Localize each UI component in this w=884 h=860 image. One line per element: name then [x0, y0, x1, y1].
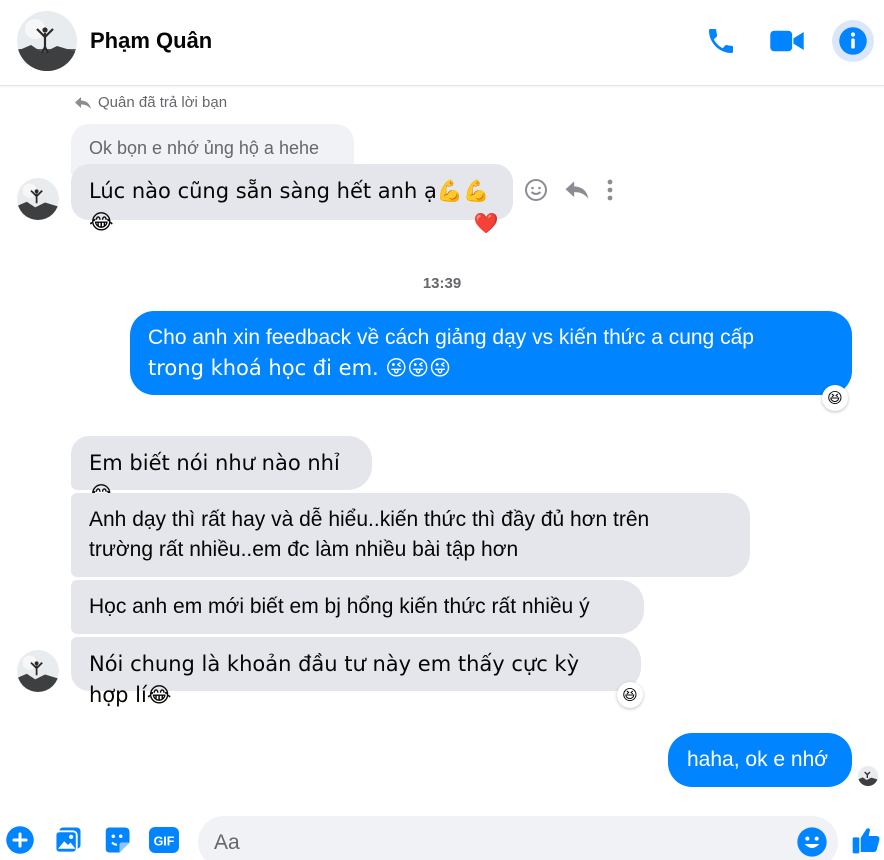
- video-icon: [770, 30, 804, 52]
- laugh-reaction[interactable]: 😆: [617, 682, 643, 708]
- avatar[interactable]: [17, 650, 59, 692]
- reply-icon: [75, 96, 91, 109]
- reply-icon[interactable]: [564, 180, 590, 200]
- message-bubble[interactable]: Học anh em mới biết em bj hổng kiến thức…: [71, 580, 644, 634]
- emoji-icon[interactable]: [796, 826, 828, 858]
- like-button[interactable]: [850, 824, 882, 856]
- gif-icon: GIF: [149, 827, 179, 853]
- gif-button[interactable]: GIF: [147, 824, 181, 856]
- message-actions: [524, 178, 614, 202]
- info-button[interactable]: [832, 20, 874, 62]
- sticker-icon: [105, 827, 130, 853]
- more-icon[interactable]: [606, 178, 614, 202]
- info-icon: [839, 27, 867, 55]
- heart-reaction[interactable]: ❤️: [473, 210, 499, 236]
- message-text: Nói chung là khoản đầu tư này em thấy cự…: [89, 652, 580, 707]
- message-bubble[interactable]: haha, ok e nhớ: [668, 733, 852, 787]
- timestamp: 13:39: [422, 275, 462, 292]
- message-bubble[interactable]: Cho anh xin feedback về cách giảng dạy v…: [130, 311, 852, 395]
- message-text: haha, ok e nhớ: [687, 748, 829, 771]
- phone-icon: [709, 29, 733, 53]
- more-actions-button[interactable]: [4, 824, 36, 856]
- message-text: Lúc nào cũng sẵn sàng hết anh ạ💪💪😂: [89, 179, 490, 234]
- plus-icon: [6, 826, 34, 854]
- avatar[interactable]: [17, 11, 77, 71]
- call-button[interactable]: [700, 20, 742, 62]
- message-bubble[interactable]: Em biết nói như nào nhỉ😂: [71, 436, 372, 506]
- conversation-header: Phạm Quân: [0, 0, 884, 86]
- attach-image-button[interactable]: [52, 824, 84, 856]
- message-bubble[interactable]: Nói chung là khoản đầu tư này em thấy cự…: [71, 637, 641, 707]
- message-input-wrapper: [198, 816, 838, 860]
- message-bubble[interactable]: Anh dạy thì rất hay và dễ hiểu..kiến thứ…: [71, 493, 750, 577]
- sticker-button[interactable]: [101, 824, 133, 856]
- seen-avatar: [858, 766, 878, 786]
- message-text: trường rất nhiều..em đc làm nhiều bài tậ…: [89, 538, 519, 561]
- like-icon: [852, 828, 880, 854]
- laugh-reaction[interactable]: 😆: [822, 385, 848, 411]
- gif-label: GIF: [154, 835, 175, 849]
- message-bubble[interactable]: Lúc nào cũng sẵn sàng hết anh ạ💪💪😂: [71, 164, 513, 234]
- reply-note-text: Quân đã trả lời bạn: [98, 94, 228, 111]
- contact-name[interactable]: Phạm Quân: [90, 28, 212, 54]
- message-text: trong khoá học đi em. 😜😜😜: [148, 356, 452, 380]
- emoji-react-icon[interactable]: [524, 178, 548, 202]
- message-text: Học anh em mới biết em bj hổng kiến thức…: [89, 595, 590, 618]
- message-input[interactable]: [214, 828, 774, 858]
- reply-note: Quân đã trả lời bạn: [74, 94, 227, 111]
- message-text: Anh dạy thì rất hay và dễ hiểu..kiến thứ…: [89, 508, 650, 531]
- image-icon: [54, 827, 81, 854]
- avatar[interactable]: [17, 178, 59, 220]
- video-call-button[interactable]: [766, 20, 808, 62]
- message-text: Cho anh xin feedback về cách giảng dạy v…: [148, 326, 754, 349]
